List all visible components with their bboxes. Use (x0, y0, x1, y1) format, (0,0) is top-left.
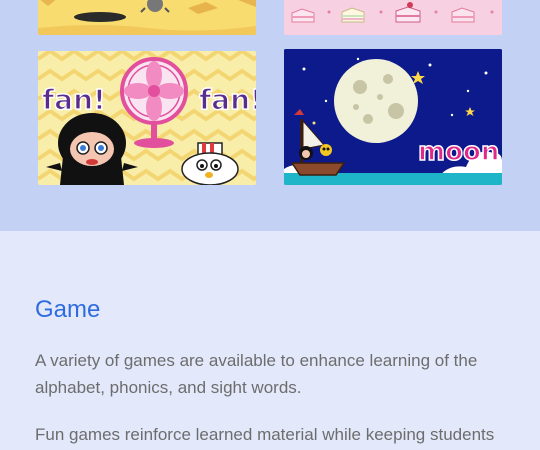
section-title: Game (35, 296, 101, 323)
content-section (0, 231, 540, 450)
game-thumbnail-sand[interactable] (38, 0, 256, 35)
moon-word: moon (418, 137, 499, 167)
cakes-scene-image (284, 0, 502, 35)
moon-scene-image: moon (284, 49, 502, 185)
moon-icon (334, 59, 418, 143)
section-paragraph: Fun games reinforce learned material whi… (35, 425, 495, 444)
game-thumbnail-cakes[interactable] (284, 0, 502, 35)
thumbnail-gallery: fan! fan! (0, 0, 540, 231)
game-thumbnail-fan[interactable]: fan! fan! (38, 51, 256, 185)
fan-scene-image: fan! fan! (38, 51, 256, 185)
section-paragraph: A variety of games are available to enha… (35, 351, 478, 397)
fan-word-right: fan! (199, 83, 256, 116)
fan-word-left: fan! (42, 83, 106, 116)
sand-scene-image (38, 0, 256, 35)
game-thumbnail-moon[interactable]: moon (284, 49, 502, 185)
